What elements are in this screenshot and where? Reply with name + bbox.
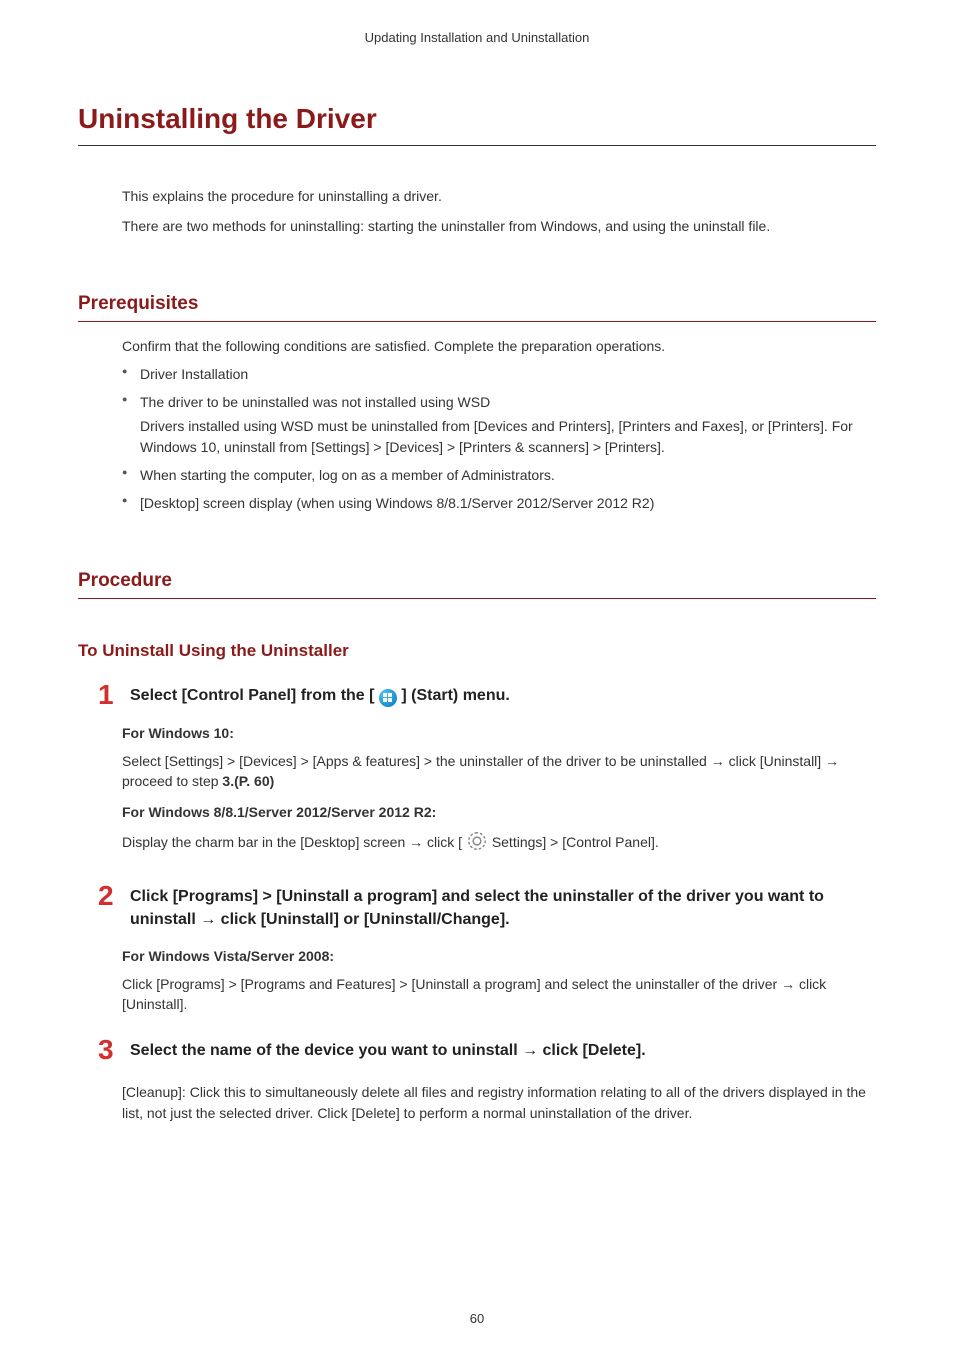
step-title-after: ] (Start) menu. [401, 687, 509, 704]
vista-text: Click [Programs] > [Programs and Feature… [122, 974, 876, 1015]
win8-heading: For Windows 8/8.1/Server 2012/Server 201… [122, 802, 876, 822]
list-item: The driver to be uninstalled was not ins… [122, 392, 876, 457]
step-title: Click [Programs] > [Uninstall a program]… [130, 882, 876, 931]
list-item-text: Driver Installation [140, 366, 248, 382]
list-item: [Desktop] screen display (when using Win… [122, 493, 876, 513]
win8-text: Display the charm bar in the [Desktop] s… [122, 830, 876, 852]
list-item-text: When starting the computer, log on as a … [140, 467, 555, 483]
list-item: When starting the computer, log on as a … [122, 465, 876, 485]
step-number: 1 [98, 681, 122, 709]
list-item-text: The driver to be uninstalled was not ins… [140, 394, 490, 410]
step-3: 3 Select the name of the device you want… [98, 1036, 876, 1064]
step-2: 2 Click [Programs] > [Uninstall a progra… [98, 882, 876, 931]
step-title: Select [Control Panel] from the [ ] (Sta… [130, 681, 510, 707]
running-header: Updating Installation and Uninstallation [78, 30, 876, 45]
prerequisites-lead: Confirm that the following conditions ar… [122, 336, 876, 356]
intro-paragraph-1: This explains the procedure for uninstal… [122, 186, 876, 206]
win8-text-before: Display the charm bar in the [Desktop] s… [122, 834, 462, 850]
cleanup-text: [Cleanup]: Click this to simultaneously … [122, 1082, 876, 1123]
list-item-text: [Desktop] screen display (when using Win… [140, 495, 654, 511]
list-item-note: Drivers installed using WSD must be unin… [140, 416, 876, 457]
page-number: 60 [0, 1311, 954, 1326]
page-title: Uninstalling the Driver [78, 103, 876, 146]
step-number: 2 [98, 882, 122, 910]
step-title: Select the name of the device you want t… [130, 1036, 646, 1062]
step-1: 1 Select [Control Panel] from the [ ] (S… [98, 681, 876, 709]
step-2-body: For Windows Vista/Server 2008: Click [Pr… [122, 946, 876, 1015]
win8-text-after: Settings] > [Control Panel]. [492, 834, 659, 850]
step-1-body: For Windows 10: Select [Settings] > [Dev… [122, 723, 876, 852]
vista-heading: For Windows Vista/Server 2008: [122, 946, 876, 966]
windows-start-icon [379, 689, 397, 707]
prerequisites-heading: Prerequisites [78, 293, 876, 322]
step-number: 3 [98, 1036, 122, 1064]
win10-heading: For Windows 10: [122, 723, 876, 743]
win10-text: Select [Settings] > [Devices] > [Apps & … [122, 751, 876, 792]
prerequisites-list: Driver Installation The driver to be uni… [122, 364, 876, 514]
procedure-subheading: To Uninstall Using the Uninstaller [78, 641, 876, 661]
intro-paragraph-2: There are two methods for uninstalling: … [122, 216, 876, 236]
prerequisites-body: Confirm that the following conditions ar… [122, 336, 876, 514]
procedure-heading: Procedure [78, 570, 876, 599]
step-reference: 3.(P. 60) [222, 773, 274, 789]
intro-block: This explains the procedure for uninstal… [122, 186, 876, 237]
list-item: Driver Installation [122, 364, 876, 384]
step-title-before: Select [Control Panel] from the [ [130, 687, 374, 704]
step-3-body: [Cleanup]: Click this to simultaneously … [122, 1082, 876, 1123]
gear-icon [466, 830, 488, 852]
